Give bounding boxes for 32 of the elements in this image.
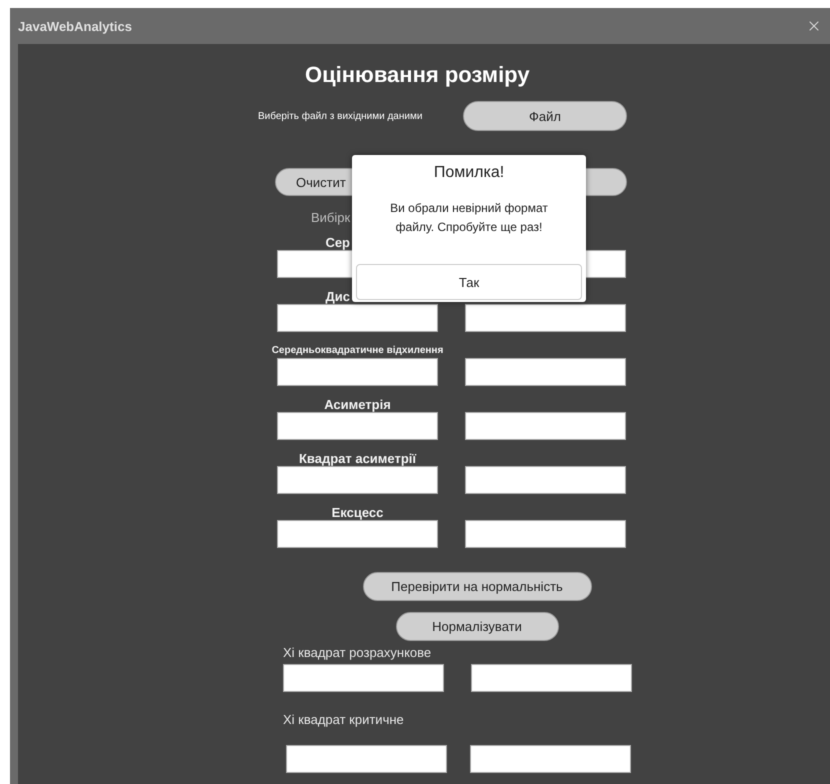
field-label: Сер xyxy=(325,234,350,250)
input-field[interactable] xyxy=(286,745,447,773)
ok-button[interactable]: Так xyxy=(356,264,582,300)
normalize-button[interactable]: Нормалізувати xyxy=(396,612,558,641)
field-label: Асиметрія xyxy=(324,396,391,412)
file-button[interactable]: Файл xyxy=(463,101,627,131)
field-label: Квадрат асиметрії xyxy=(298,450,416,466)
sample-label: Вибірк xyxy=(311,210,350,226)
normality-button[interactable]: Перевірити на нормальність xyxy=(362,572,592,601)
input-field[interactable] xyxy=(470,745,631,773)
field-label: Ексцесс xyxy=(332,504,384,520)
input-field[interactable] xyxy=(277,520,438,548)
window-title: JavaWebAnalytics xyxy=(18,18,132,34)
input-field[interactable] xyxy=(277,304,438,332)
input-field[interactable] xyxy=(465,466,626,494)
input-field[interactable] xyxy=(277,412,438,440)
input-field[interactable] xyxy=(465,520,626,548)
input-field[interactable] xyxy=(283,664,444,692)
dialog-title: Помилка! xyxy=(434,163,504,183)
input-field[interactable] xyxy=(277,358,438,386)
file-label: Виберіть файл з вихідними даними xyxy=(258,110,424,122)
input-field[interactable] xyxy=(277,466,438,494)
input-field[interactable] xyxy=(465,358,626,386)
page-heading: Оцінювання розміру xyxy=(305,62,530,88)
field-label: Середньоквадратичне відхилення xyxy=(272,344,444,356)
field-label: Дис xyxy=(326,288,350,304)
input-field[interactable] xyxy=(471,664,632,692)
input-field[interactable] xyxy=(465,304,626,332)
field-label: Хі квадрат розрахункове xyxy=(283,645,432,661)
field-label: Хі квадрат критичне xyxy=(283,712,404,728)
dialog-message: Ви обрали невірний формат файлу. Спробуйте ще раз! xyxy=(389,200,549,236)
input-field[interactable] xyxy=(465,412,626,440)
